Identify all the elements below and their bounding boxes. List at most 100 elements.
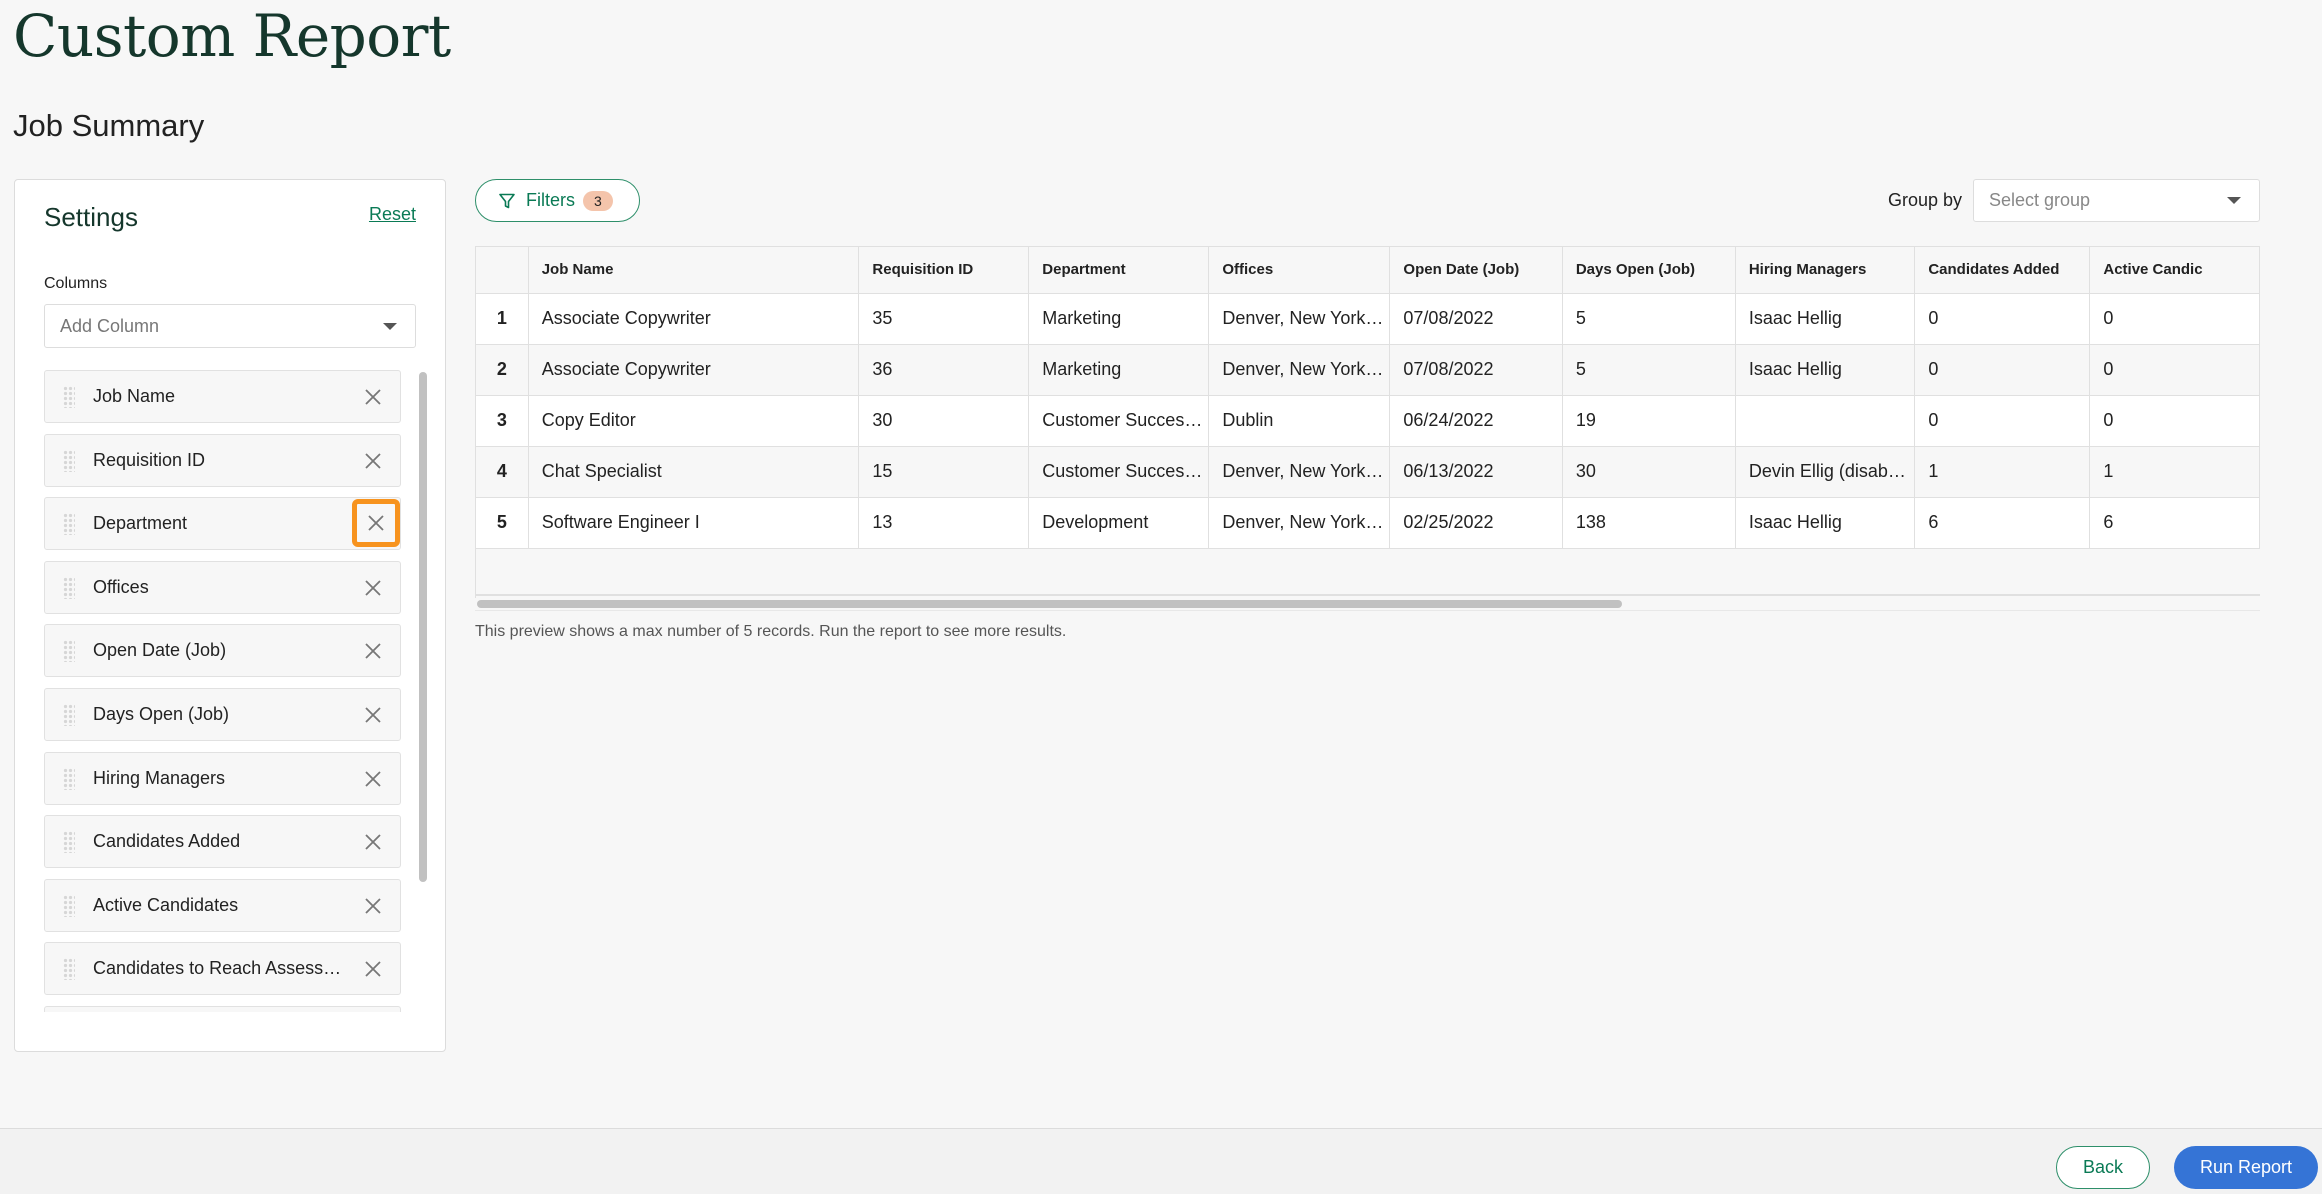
row-number: 5 <box>476 497 529 549</box>
column-item[interactable]: Candidates to Reach Assess… <box>44 942 401 996</box>
add-column-placeholder: Add Column <box>60 315 160 336</box>
remove-column-button[interactable] <box>359 701 387 729</box>
table-cell: Denver, New York… <box>1208 497 1391 549</box>
table-cell: 30 <box>858 395 1030 447</box>
row-number: 4 <box>476 446 529 498</box>
preview-note: This preview shows a max number of 5 rec… <box>475 623 1067 640</box>
filters-button[interactable]: Filters 3 <box>475 179 640 222</box>
filter-icon <box>499 193 515 208</box>
table-cell: Denver, New York… <box>1208 293 1391 345</box>
settings-panel: Settings Reset Columns Add Column Candid… <box>14 179 446 1052</box>
filters-label: Filters <box>526 190 575 210</box>
group-by-select[interactable]: Select group <box>1973 179 2260 222</box>
column-item[interactable]: Department <box>44 497 401 551</box>
table-cell: Chat Specialist <box>528 446 860 498</box>
drag-handle-icon[interactable] <box>63 640 75 663</box>
table-cell: 07/08/2022 <box>1389 344 1563 396</box>
column-item[interactable] <box>44 1006 401 1012</box>
table-row: 1 Associate Copywriter 35 Marketing Denver, … <box>476 293 2260 345</box>
remove-column-button[interactable] <box>359 383 387 411</box>
table-horizontal-scrollbar[interactable] <box>475 599 2260 609</box>
remove-column-button[interactable] <box>352 499 400 548</box>
table-cell: 5 <box>1562 344 1736 396</box>
drag-handle-icon[interactable] <box>63 831 75 854</box>
column-list-scrollbar[interactable] <box>418 370 428 1012</box>
close-icon <box>365 580 381 596</box>
page-title: Custom Report <box>13 2 451 70</box>
column-item-label: Department <box>93 513 188 534</box>
drag-handle-icon[interactable] <box>63 958 75 981</box>
column-item-label: Days Open (Job) <box>93 704 230 724</box>
drag-handle-icon[interactable] <box>63 704 75 726</box>
footer-bar <box>0 1128 2322 1194</box>
column-item-label: Offices <box>93 576 149 597</box>
close-icon <box>365 452 381 469</box>
drag-handle-icon[interactable] <box>63 386 75 408</box>
table-cell: 19 <box>1562 395 1736 447</box>
table-cell: Denver, New York… <box>1208 446 1391 498</box>
reset-link[interactable]: Reset <box>369 204 416 225</box>
table-cell: 5 <box>1562 293 1736 345</box>
remove-column-button[interactable] <box>359 574 387 602</box>
column-item[interactable]: Candidates Added <box>44 815 401 869</box>
drag-handle-icon[interactable] <box>63 894 75 917</box>
table-cell: 0 <box>1914 293 2091 345</box>
remove-column-button[interactable] <box>359 892 387 920</box>
table-cell: 1 <box>1914 446 2091 498</box>
report-preview-table: Job Name Requisition ID Department Offices O… <box>475 246 2260 598</box>
table-cell: Marketing <box>1028 293 1210 345</box>
close-icon <box>365 834 381 850</box>
chevron-down-icon <box>383 323 397 330</box>
table-cell: 0 <box>2089 344 2260 396</box>
table-cell <box>1735 395 1916 447</box>
table-cell: 02/25/2022 <box>1389 497 1563 549</box>
close-icon <box>365 707 381 723</box>
column-header: Candidates Added <box>1914 247 2091 294</box>
run-report-button[interactable]: Run Report <box>2174 1146 2318 1189</box>
close-icon <box>365 961 381 978</box>
column-item[interactable]: Job Name <box>44 370 401 423</box>
table-cell: 0 <box>2089 395 2260 447</box>
table-divider <box>475 594 2260 596</box>
remove-column-button[interactable] <box>359 955 387 983</box>
table-row: 2 Associate Copywriter 36 Marketing Denver, … <box>476 344 2260 396</box>
table-cell: Dublin <box>1208 395 1391 447</box>
column-header: Open Date (Job) <box>1389 247 1563 294</box>
column-item[interactable]: Hiring Managers <box>44 751 401 805</box>
drag-handle-icon[interactable] <box>63 513 75 536</box>
drag-handle-icon[interactable] <box>63 767 75 790</box>
remove-column-button[interactable] <box>359 765 387 793</box>
column-item-label: Active Candidates <box>93 894 239 915</box>
column-item[interactable]: Offices <box>44 560 401 614</box>
row-number: 2 <box>476 344 529 396</box>
table-cell: 36 <box>858 344 1030 396</box>
remove-column-button[interactable] <box>359 828 387 856</box>
columns-label: Columns <box>44 275 108 292</box>
add-column-select[interactable]: Add Column <box>44 304 416 348</box>
table-header-row: Job Name Requisition ID Department Offices O… <box>476 247 2260 294</box>
scrollbar-thumb[interactable] <box>477 600 1622 608</box>
table-cell: 13 <box>858 497 1030 549</box>
column-item[interactable]: Requisition ID <box>44 433 401 487</box>
row-number: 3 <box>476 395 529 447</box>
column-header: Requisition ID <box>858 247 1030 294</box>
drag-handle-icon[interactable] <box>63 449 75 472</box>
chevron-down-icon <box>2227 197 2241 204</box>
drag-handle-icon[interactable] <box>63 576 75 599</box>
scrollbar-thumb[interactable] <box>419 372 427 882</box>
remove-column-button[interactable] <box>359 447 387 475</box>
close-icon <box>365 389 381 405</box>
table-cell: 138 <box>1562 497 1736 549</box>
column-item-label: Open Date (Job) <box>93 640 227 661</box>
table-cell: 35 <box>858 293 1030 345</box>
table-cell: Development <box>1028 497 1210 549</box>
remove-column-button[interactable] <box>359 637 387 665</box>
table-cell: 6 <box>1914 497 2091 549</box>
column-item[interactable]: Days Open (Job) <box>44 688 401 741</box>
back-button[interactable]: Back <box>2056 1146 2150 1189</box>
group-by-label: Group by <box>1888 190 1963 210</box>
column-item[interactable]: Open Date (Job) <box>44 624 401 678</box>
table-cell: Customer Succes… <box>1028 395 1210 447</box>
close-icon <box>365 898 381 914</box>
column-item[interactable]: Active Candidates <box>44 878 401 932</box>
